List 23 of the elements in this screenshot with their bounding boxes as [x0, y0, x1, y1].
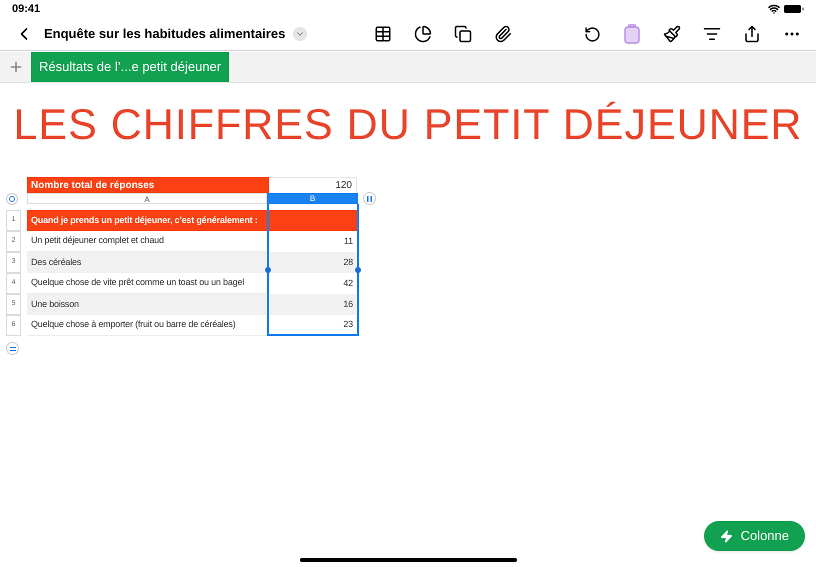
table-cell: 28: [267, 252, 359, 273]
document-title[interactable]: Enquête sur les habitudes alimentaires: [44, 24, 286, 44]
wifi-icon: [768, 3, 780, 15]
column-action-button[interactable]: Colonne: [704, 521, 805, 551]
status-time: 09:41: [12, 2, 40, 17]
table-cell: Quand je prends un petit déjeuner, c’est généralement :: [27, 210, 267, 231]
select-all-icon[interactable]: [6, 192, 18, 204]
column-header[interactable]: B: [267, 193, 358, 204]
column-header[interactable]: A: [27, 193, 267, 204]
table-cell: Nombre total de réponses: [27, 177, 269, 193]
sheet-tab[interactable]: Résultats de l’...e petit déjeuner: [31, 52, 230, 82]
page-heading: LES CHIFFRES DU PETIT DÉJEUNER: [12, 100, 804, 151]
table-cell: 23: [267, 315, 359, 336]
pause-icon[interactable]: [363, 192, 376, 205]
lightning-icon: [720, 530, 733, 542]
dropdown-icon[interactable]: [293, 27, 308, 41]
table-cell: 11: [267, 231, 359, 252]
battery-icon: [784, 4, 804, 14]
table-cell: Une boisson: [27, 294, 267, 315]
table-cell: 42: [267, 273, 359, 294]
table-cell: Des céréales: [27, 252, 267, 273]
table-cell: 16: [267, 294, 359, 315]
row-options-icon[interactable]: [6, 342, 19, 355]
